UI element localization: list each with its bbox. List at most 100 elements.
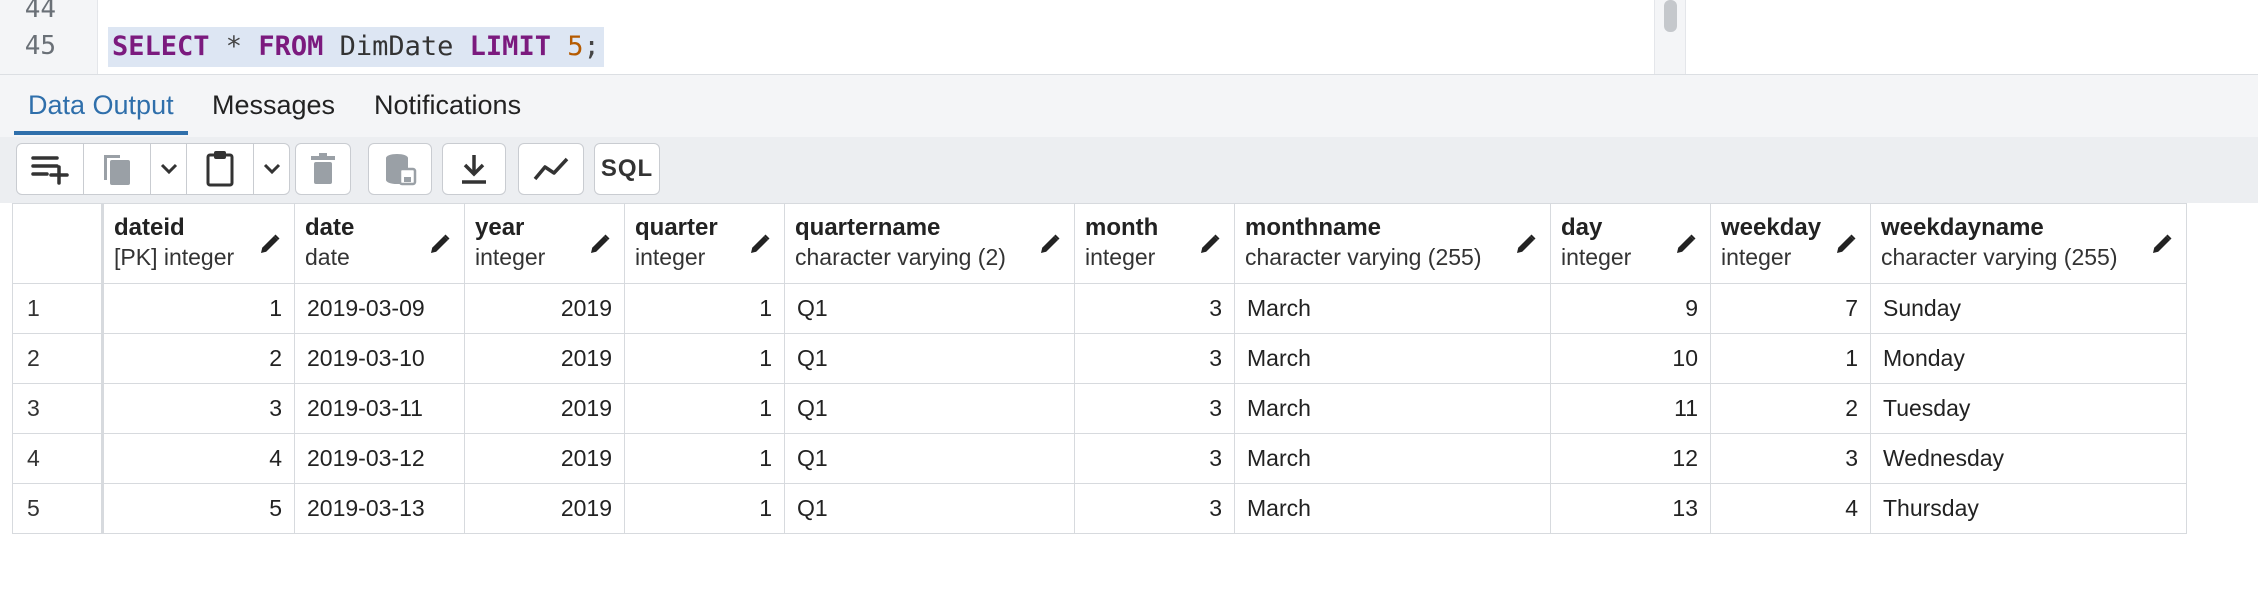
sql-button[interactable]: SQL (594, 143, 660, 195)
column-header-weekdayname[interactable]: weekdayname character varying (255) (1870, 203, 2187, 284)
cell-month[interactable]: 3 (1074, 483, 1235, 534)
cell-year[interactable]: 2019 (464, 433, 625, 484)
edit-column-icon[interactable] (258, 232, 282, 262)
row-number-header (12, 203, 104, 284)
download-button[interactable] (442, 143, 506, 195)
cell-day[interactable]: 11 (1550, 383, 1711, 434)
cell-year[interactable]: 2019 (464, 483, 625, 534)
cell-weekdayname[interactable]: Thursday (1870, 483, 2187, 534)
table-row[interactable]: 1 1 2019-03-09 2019 1 Q1 3 March 9 7 Sunday (12, 283, 2187, 334)
cell-quarter[interactable]: 1 (624, 433, 785, 484)
delete-button[interactable] (295, 143, 351, 195)
cell-monthname[interactable]: March (1234, 333, 1551, 384)
edit-column-icon[interactable] (1834, 232, 1858, 262)
edit-column-icon[interactable] (748, 232, 772, 262)
row-number[interactable]: 3 (12, 383, 104, 434)
cell-day[interactable]: 12 (1550, 433, 1711, 484)
table-row[interactable]: 3 3 2019-03-11 2019 1 Q1 3 March 11 2 Tuesday (12, 383, 2187, 434)
cell-weekday[interactable]: 1 (1710, 333, 1871, 384)
cell-quarter[interactable]: 1 (624, 383, 785, 434)
cell-dateid[interactable]: 1 (102, 283, 295, 334)
cell-quartername[interactable]: Q1 (784, 483, 1075, 534)
add-row-button[interactable] (16, 143, 84, 195)
paste-options-button[interactable] (253, 143, 290, 195)
cell-quartername[interactable]: Q1 (784, 383, 1075, 434)
save-data-button[interactable] (368, 143, 432, 195)
cell-dateid[interactable]: 4 (102, 433, 295, 484)
copy-button[interactable] (83, 143, 151, 195)
column-header-quarter[interactable]: quarter integer (624, 203, 785, 284)
row-number[interactable]: 5 (12, 483, 104, 534)
column-header-dateid[interactable]: dateid [PK] integer (102, 203, 295, 284)
header-row: dateid [PK] integer date date year integer qua… (12, 203, 2187, 284)
edit-column-icon[interactable] (588, 232, 612, 262)
tab-notifications[interactable]: Notifications (360, 75, 535, 135)
cell-date[interactable]: 2019-03-09 (294, 283, 465, 334)
column-header-day[interactable]: day integer (1550, 203, 1711, 284)
sql-editor[interactable]: 44 45 SELECT * FROM DimDate LIMIT 5; (0, 0, 2258, 74)
column-header-month[interactable]: month integer (1074, 203, 1235, 284)
copy-options-button[interactable] (150, 143, 187, 195)
cell-day[interactable]: 10 (1550, 333, 1711, 384)
edit-column-icon[interactable] (1038, 232, 1062, 262)
table-row[interactable]: 2 2 2019-03-10 2019 1 Q1 3 March 10 1 Monday (12, 333, 2187, 384)
edit-column-icon[interactable] (2150, 232, 2174, 262)
edit-column-icon[interactable] (1514, 232, 1538, 262)
column-header-date[interactable]: date date (294, 203, 465, 284)
editor-scrollbar[interactable] (1654, 0, 1686, 74)
cell-monthname[interactable]: March (1234, 483, 1551, 534)
cell-quartername[interactable]: Q1 (784, 333, 1075, 384)
cell-weekday[interactable]: 4 (1710, 483, 1871, 534)
cell-date[interactable]: 2019-03-10 (294, 333, 465, 384)
table-row[interactable]: 4 4 2019-03-12 2019 1 Q1 3 March 12 3 Wednesday (12, 433, 2187, 484)
cell-quarter[interactable]: 1 (624, 283, 785, 334)
cell-month[interactable]: 3 (1074, 383, 1235, 434)
cell-month[interactable]: 3 (1074, 433, 1235, 484)
table-row[interactable]: 5 5 2019-03-13 2019 1 Q1 3 March 13 4 Thursday (12, 483, 2187, 534)
cell-weekdayname[interactable]: Monday (1870, 333, 2187, 384)
row-number[interactable]: 1 (12, 283, 104, 334)
cell-date[interactable]: 2019-03-12 (294, 433, 465, 484)
cell-monthname[interactable]: March (1234, 383, 1551, 434)
cell-dateid[interactable]: 2 (102, 333, 295, 384)
cell-weekday[interactable]: 3 (1710, 433, 1871, 484)
cell-weekdayname[interactable]: Sunday (1870, 283, 2187, 334)
column-header-monthname[interactable]: monthname character varying (255) (1234, 203, 1551, 284)
cell-month[interactable]: 3 (1074, 283, 1235, 334)
query-line[interactable]: SELECT * FROM DimDate LIMIT 5; (108, 27, 604, 67)
cell-weekdayname[interactable]: Wednesday (1870, 433, 2187, 484)
cell-year[interactable]: 2019 (464, 283, 625, 334)
cell-day[interactable]: 13 (1550, 483, 1711, 534)
cell-date[interactable]: 2019-03-11 (294, 383, 465, 434)
cell-monthname[interactable]: March (1234, 433, 1551, 484)
cell-monthname[interactable]: March (1234, 283, 1551, 334)
cell-weekdayname[interactable]: Tuesday (1870, 383, 2187, 434)
cell-quarter[interactable]: 1 (624, 483, 785, 534)
cell-quarter[interactable]: 1 (624, 333, 785, 384)
column-header-weekday[interactable]: weekday integer (1710, 203, 1871, 284)
cell-dateid[interactable]: 3 (102, 383, 295, 434)
cell-dateid[interactable]: 5 (102, 483, 295, 534)
edit-column-icon[interactable] (428, 232, 452, 262)
tab-data-output[interactable]: Data Output (14, 75, 188, 135)
cell-quartername[interactable]: Q1 (784, 433, 1075, 484)
paste-button[interactable] (186, 143, 254, 195)
graph-visualiser-button[interactable] (518, 143, 584, 195)
cell-weekday[interactable]: 7 (1710, 283, 1871, 334)
edit-column-icon[interactable] (1198, 232, 1222, 262)
cell-date[interactable]: 2019-03-13 (294, 483, 465, 534)
editor-scroll-thumb[interactable] (1664, 0, 1677, 32)
tab-messages[interactable]: Messages (198, 75, 349, 135)
cell-quartername[interactable]: Q1 (784, 283, 1075, 334)
row-number[interactable]: 4 (12, 433, 104, 484)
results-tabs: Data Output Messages Notifications (0, 74, 2258, 138)
cell-year[interactable]: 2019 (464, 333, 625, 384)
column-header-year[interactable]: year integer (464, 203, 625, 284)
cell-day[interactable]: 9 (1550, 283, 1711, 334)
edit-column-icon[interactable] (1674, 232, 1698, 262)
cell-year[interactable]: 2019 (464, 383, 625, 434)
column-header-quartername[interactable]: quartername character varying (2) (784, 203, 1075, 284)
cell-weekday[interactable]: 2 (1710, 383, 1871, 434)
row-number[interactable]: 2 (12, 333, 104, 384)
cell-month[interactable]: 3 (1074, 333, 1235, 384)
